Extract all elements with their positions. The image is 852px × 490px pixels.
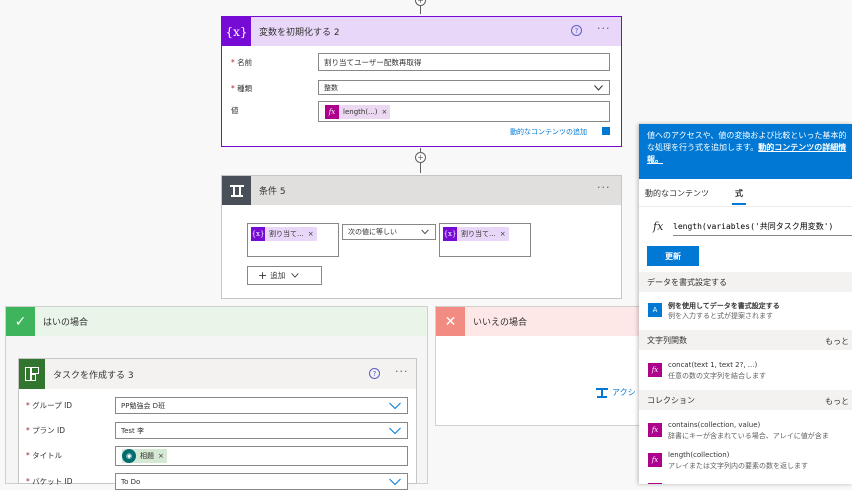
more-collection-functions[interactable]: もっと [825,396,849,407]
chevron-down-icon [421,229,429,235]
remove-token-icon[interactable]: × [500,230,509,238]
expression-input[interactable]: length(variables('共同タスク用変数') [673,218,852,236]
function-desc: 辞書にキーが含まれている場合、アレイに値が含ま [668,432,829,440]
value-label: 値 [231,106,239,115]
more-options-icon[interactable]: ··· [597,181,611,194]
variable-icon: {x} [222,17,251,46]
fx-icon: fx [325,104,339,119]
initialize-variable-title: 変数を初期化する 2 [259,28,340,38]
create-task-title: タスクを作成する 3 [53,370,134,381]
more-options-icon[interactable]: ··· [597,22,611,35]
yes-branch-title: はいの場合 [43,318,89,328]
section-collection: コレクション [639,390,852,410]
no-branch-title: いいえの場合 [473,318,528,328]
plan-id-label: * プラン ID [26,426,66,435]
title-input[interactable]: ◉ 相題 × [115,446,408,466]
initialize-variable-card: {x} 変数を初期化する 2 ? ··· * 名前 割り当てユーザー配数再取得 … [221,16,622,147]
variable-token[interactable]: {x} 割り当て... × [443,227,509,241]
function-item-length[interactable]: fx length(collection) アレイまたは文字列内の要素の数を返し… [639,446,852,476]
title-label: * タイトル [26,451,63,460]
function-name: contains(collection, value) [668,421,761,429]
group-id-select[interactable]: PP勉強会 D班 [115,397,408,414]
function-desc: 任意の数の文字列を結合します [668,372,766,380]
sharepoint-icon: ◉ [122,449,136,463]
condition-title: 条件 5 [259,187,286,197]
section-string-functions: 文字列関数 [639,330,852,350]
help-icon[interactable]: ? [571,25,582,36]
bucket-id-select[interactable]: To Do [115,473,408,490]
planner-icon [19,359,45,389]
close-icon: ✕ [436,307,465,336]
tab-expression[interactable]: 式 [735,188,743,199]
function-desc: アレイまたは文字列内の要素の数を返します [668,462,808,470]
dynamic-content-token[interactable]: ◉ 相題 × [122,449,167,463]
dynamic-content-icon[interactable] [602,127,610,135]
remove-token-icon[interactable]: × [158,452,167,460]
fx-icon: fx [648,423,662,437]
more-options-icon[interactable]: ··· [395,365,409,378]
panel-info-banner: 値へのアクセスや、値の変換および比較といった基本的な処理を行う式を追加します。動… [639,124,852,179]
name-input[interactable]: 割り当てユーザー配数再取得 [318,53,610,71]
condition-left-operand[interactable]: {x} 割り当て... × [247,223,339,257]
format-item-desc: 例を入力すると式が提案されます [668,312,773,320]
condition-header[interactable]: 条件 5 [222,176,621,205]
tab-expression-underline [732,203,746,205]
no-branch-header[interactable]: ✕ いいえの場合 [436,307,654,336]
type-select[interactable]: 整数 [318,80,610,95]
group-id-label: * グループ ID [26,401,73,410]
format-by-example-item[interactable]: A 例を使用してデータを書式設定する 例を入力すると式が提案されます [639,296,852,326]
update-button[interactable]: 更新 [647,246,699,266]
tab-divider [639,206,852,207]
function-item-contains[interactable]: fx contains(collection, value) 辞書にキーが含まれ… [639,416,852,446]
more-string-functions[interactable]: もっと [825,336,849,347]
yes-branch-header[interactable]: ✓ はいの場合 [6,307,427,336]
fx-icon: fx [653,220,664,233]
type-label: * 種類 [231,84,253,93]
variable-icon: {x} [251,227,265,241]
section-format-data: データを書式設定する [639,272,852,292]
format-example-icon: A [648,303,662,317]
remove-token-icon[interactable]: × [381,108,390,116]
checkmark-icon: ✓ [6,307,35,336]
fx-icon: fx [648,453,662,467]
add-condition-button[interactable]: + 追加 [247,266,322,285]
condition-right-operand[interactable]: {x} 割り当て... × [439,223,531,257]
format-item-name: 例を使用してデータを書式設定する [668,302,780,310]
middle-insert-step[interactable]: + [415,152,426,163]
value-input[interactable]: fx length(...) × [318,101,610,122]
plus-icon: + [258,269,268,282]
plan-id-select[interactable]: Test 李 [115,422,408,439]
function-name: length(collection) [668,451,730,459]
function-item-partial[interactable]: fx [639,476,852,484]
condition-operator-select[interactable]: 次の値に等しい [342,224,436,240]
help-icon[interactable]: ? [369,368,380,379]
function-name: concat(text 1, text 2?, ...) [668,361,758,369]
name-label: * 名前 [231,58,253,67]
chevron-down-icon [594,84,603,91]
variable-token[interactable]: {x} 割り当て... × [251,227,317,241]
bucket-id-label: * バケット ID [26,477,73,486]
no-branch: ✕ いいえの場合 アクシ [435,306,655,426]
variable-icon: {x} [443,227,457,241]
chevron-down-icon [291,273,299,278]
expression-panel: 値へのアクセスや、値の変換および比較といった基本的な処理を行う式を追加します。動… [639,124,852,484]
condition-icon [222,176,251,205]
chevron-down-icon [389,402,401,409]
remove-token-icon[interactable]: × [308,230,317,238]
add-action-button[interactable]: アクシ [596,387,636,398]
function-item-concat[interactable]: fx concat(text 1, text 2?, ...) 任意の数の文字列… [639,356,852,386]
fx-icon: fx [648,363,662,377]
chevron-down-icon [389,427,401,434]
create-task-card: タスクを作成する 3 ? ··· * グループ ID PP勉強会 D班 * プラ… [18,358,417,490]
condition-card: 条件 5 ··· {x} 割り当て... × 次の値に等しい {x} 割り当て.… [221,175,622,299]
dynamic-content-link[interactable]: 動的なコンテンツの追加 [510,127,587,137]
tab-dynamic-content[interactable]: 動的なコンテンツ [645,188,709,199]
top-insert-step[interactable]: + [415,0,426,6]
expression-token[interactable]: fx length(...) × [325,104,391,119]
add-action-icon [596,387,608,398]
initialize-variable-header[interactable]: {x} 変数を初期化する 2 [222,17,621,46]
create-task-header[interactable]: タスクを作成する 3 [19,359,416,389]
